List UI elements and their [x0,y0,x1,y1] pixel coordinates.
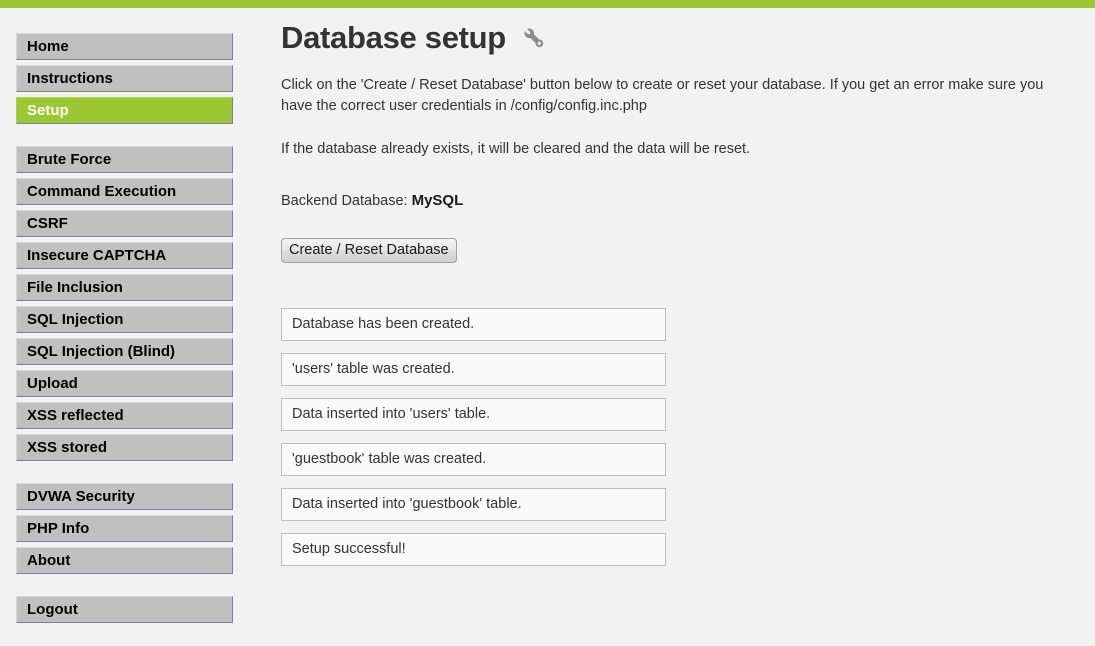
setup-message-item: 'users' table was created. [281,352,666,386]
setup-message-item: 'guestbook' table was created. [281,442,666,476]
page-title: Database setup [281,20,1076,55]
backend-database-label: Backend Database: [281,192,408,209]
sidebar-item-sql-injection-blind[interactable]: SQL Injection (Blind) [16,338,233,365]
setup-message-item: Data inserted into 'guestbook' table. [281,487,666,521]
sidebar-item-file-inclusion[interactable]: File Inclusion [16,274,233,301]
sidebar-item-setup[interactable]: Setup [16,97,233,124]
top-accent-bar [0,0,1095,8]
setup-message-item: Database has been created. [281,307,666,341]
sidebar-item-sql-injection[interactable]: SQL Injection [16,306,233,333]
sidebar-item-about[interactable]: About [16,547,233,574]
sidebar-item-command-execution[interactable]: Command Execution [16,178,233,205]
sidebar-group-primary: Home Instructions Setup [16,33,233,124]
sidebar-item-csrf[interactable]: CSRF [16,210,233,237]
setup-message-item: Data inserted into 'users' table. [281,397,666,431]
sidebar-item-xss-stored[interactable]: XSS stored [16,434,233,461]
setup-message-list: Database has been created. 'users' table… [281,307,1076,566]
reset-note-paragraph: If the database already exists, it will … [281,140,751,157]
sidebar-item-upload[interactable]: Upload [16,370,233,397]
sidebar-item-brute-force[interactable]: Brute Force [16,146,233,173]
setup-message-item: Setup successful! [281,532,666,566]
backend-database-value: MySQL [411,191,464,209]
main-content: Database setup Click on the 'Create / Re… [281,20,1076,566]
sidebar-group-vulnerabilities: Brute Force Command Execution CSRF Insec… [16,146,233,461]
page-container: Home Instructions Setup Brute Force Comm… [0,8,1095,646]
sidebar-item-logout[interactable]: Logout [16,596,233,623]
sidebar-item-php-info[interactable]: PHP Info [16,515,233,542]
sidebar-item-dvwa-security[interactable]: DVWA Security [16,483,233,510]
create-reset-database-button[interactable]: Create / Reset Database [281,237,457,263]
sidebar-item-insecure-captcha[interactable]: Insecure CAPTCHA [16,242,233,269]
sidebar-group-tools: DVWA Security PHP Info About [16,483,233,574]
sidebar-group-session: Logout [16,596,233,623]
sidebar-item-home[interactable]: Home [16,33,233,60]
intro-paragraph: Click on the 'Create / Reset Database' b… [281,76,1044,114]
sidebar-navigation: Home Instructions Setup Brute Force Comm… [16,33,233,623]
sidebar-item-instructions[interactable]: Instructions [16,65,233,92]
page-title-text: Database setup [281,20,506,55]
backend-database-line: Backend Database: MySQL [281,192,1076,209]
wrench-icon [520,24,548,52]
sidebar-item-xss-reflected[interactable]: XSS reflected [16,402,233,429]
